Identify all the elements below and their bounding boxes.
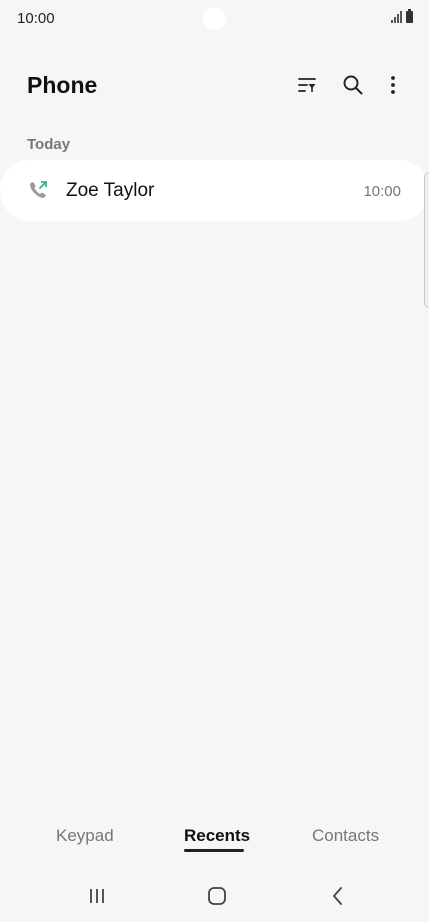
tab-contacts[interactable]: Contacts [312,826,379,846]
home-button[interactable] [202,882,232,910]
more-vertical-icon[interactable] [380,72,406,98]
app-header: Phone [0,60,429,110]
tab-keypad[interactable]: Keypad [56,826,114,846]
filter-icon[interactable] [294,72,320,98]
recent-apps-button[interactable] [82,882,112,910]
camera-cutout [203,7,226,30]
signal-icon [391,11,402,23]
section-label-today: Today [27,136,71,153]
outgoing-call-icon [30,181,47,198]
contact-name: Zoe Taylor [66,180,155,201]
scroll-handle[interactable] [424,172,429,308]
status-time: 10:00 [17,10,55,27]
page-title: Phone [27,72,98,98]
tab-selected-indicator [184,849,244,852]
battery-icon [406,9,413,23]
phone-screen: 10:00 Phone Today Zoe Taylor 10:00 Keypa… [0,0,429,922]
status-bar: 10:00 [0,0,429,36]
system-nav-bar [0,872,429,920]
back-button[interactable] [323,882,353,910]
bottom-tab-bar: Keypad Recents Contacts [0,818,429,858]
tab-recents[interactable]: Recents [184,826,250,846]
search-icon[interactable] [340,72,366,98]
status-icons [391,9,413,23]
call-time: 10:00 [363,183,401,200]
list-item[interactable]: Zoe Taylor 10:00 [0,160,429,221]
